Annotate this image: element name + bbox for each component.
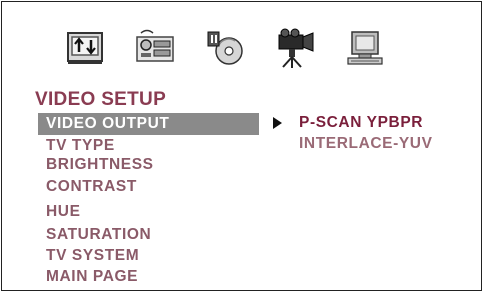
tab-dolby[interactable] bbox=[200, 24, 250, 72]
option-interlace-yuv[interactable]: INTERLACE-YUV bbox=[299, 135, 433, 153]
tab-general[interactable] bbox=[60, 24, 110, 72]
video-camera-icon bbox=[278, 28, 314, 68]
option-p-scan-ypbpr[interactable]: P-SCAN YPBPR bbox=[299, 114, 423, 132]
audio-setup-icon bbox=[136, 29, 174, 62]
menu-item-brightness[interactable]: BRIGHTNESS bbox=[46, 156, 154, 174]
selection-arrow-icon bbox=[273, 117, 282, 129]
menu-item-saturation[interactable]: SATURATION bbox=[46, 226, 151, 244]
tab-video[interactable] bbox=[270, 24, 320, 72]
tab-audio[interactable] bbox=[130, 24, 180, 72]
menu-item-hue[interactable]: HUE bbox=[46, 203, 81, 221]
menu-item-contrast[interactable]: CONTRAST bbox=[46, 178, 137, 196]
general-setup-icon bbox=[67, 32, 103, 64]
page-title: VIDEO SETUP bbox=[35, 89, 167, 110]
tab-preference[interactable] bbox=[340, 24, 390, 72]
setup-tab-bar bbox=[60, 24, 390, 72]
osd-screen: VIDEO SETUP VIDEO OUTPUT TV TYPE BRIGHTN… bbox=[1, 1, 482, 291]
menu-item-video-output[interactable]: VIDEO OUTPUT bbox=[38, 113, 259, 135]
menu-item-tv-system[interactable]: TV SYSTEM bbox=[46, 247, 139, 265]
menu-item-main-page[interactable]: MAIN PAGE bbox=[46, 268, 138, 286]
computer-preference-icon bbox=[347, 31, 383, 65]
dolby-disc-icon bbox=[207, 31, 243, 65]
menu-item-tv-type[interactable]: TV TYPE bbox=[46, 137, 115, 155]
